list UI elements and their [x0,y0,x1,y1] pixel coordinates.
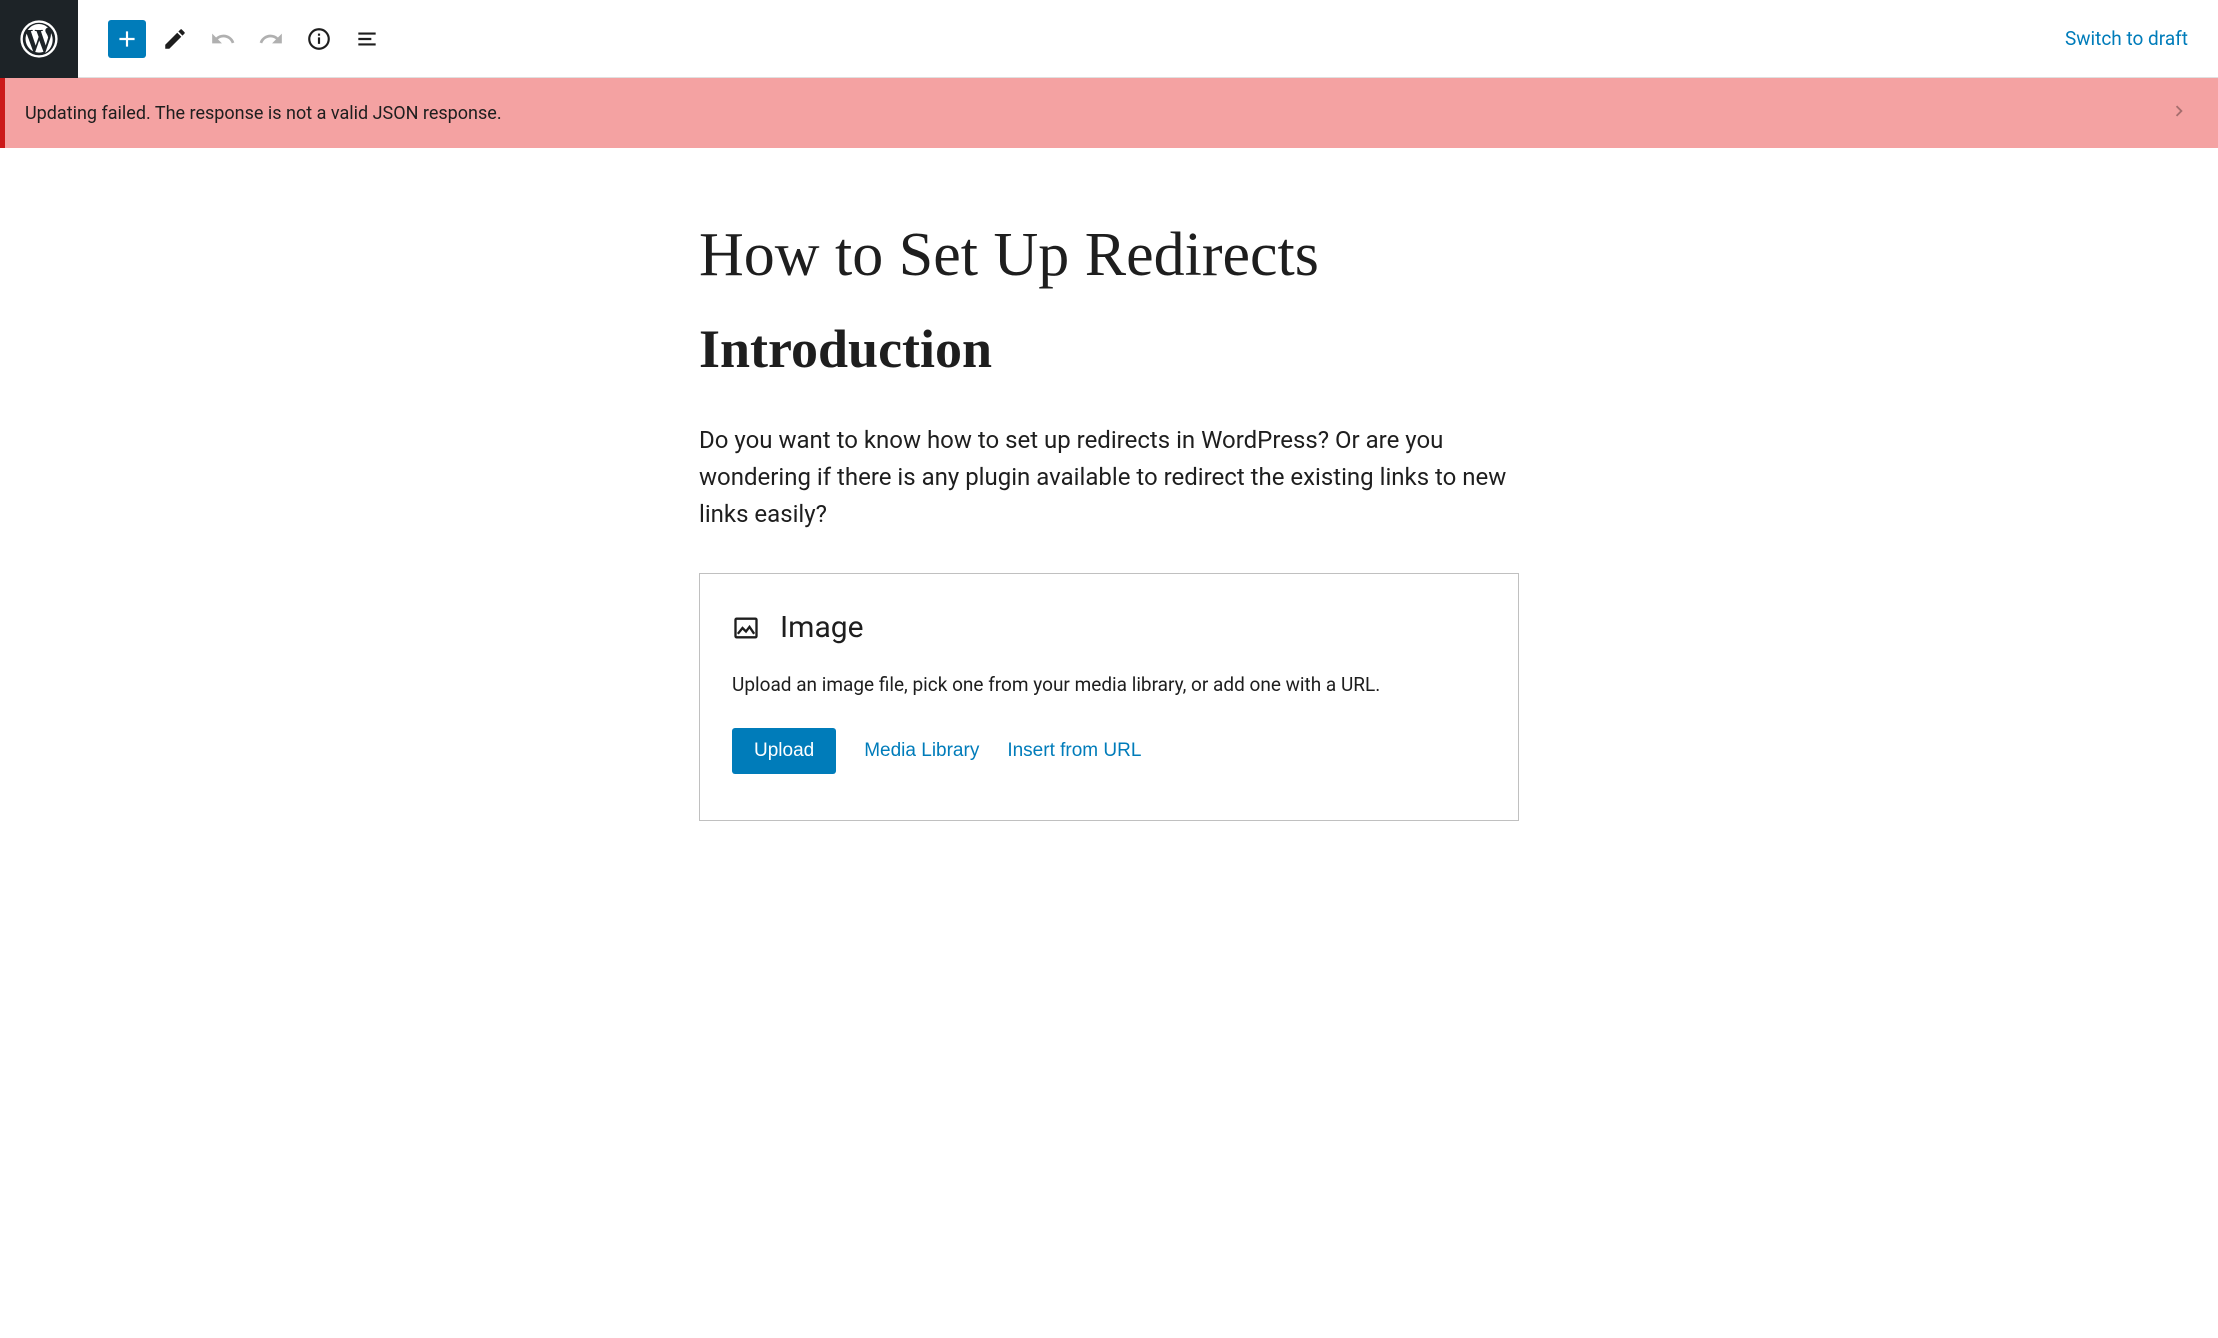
paragraph-block[interactable]: Do you want to know how to set up redire… [699,422,1519,534]
list-view-icon [354,26,380,52]
error-message: Updating failed. The response is not a v… [25,103,502,124]
pencil-icon [162,26,188,52]
image-block-actions: Upload Media Library Insert from URL [732,728,1486,774]
media-library-button[interactable]: Media Library [864,740,979,762]
editor-toolbar: Switch to draft [0,0,2218,78]
post-title[interactable]: How to Set Up Redirects [699,218,1519,292]
heading-block[interactable]: Introduction [699,320,1519,379]
image-block-placeholder[interactable]: Image Upload an image file, pick one fro… [699,573,1519,821]
upload-button[interactable]: Upload [732,728,836,774]
dismiss-error-button[interactable] [2160,100,2198,126]
plus-icon [114,26,140,52]
wordpress-logo[interactable] [0,0,78,78]
redo-icon [258,26,284,52]
image-block-title: Image [780,610,864,645]
image-icon [732,614,760,642]
info-icon [306,26,332,52]
image-block-header: Image [732,610,1486,645]
wordpress-icon [20,20,58,58]
editor-canvas: How to Set Up Redirects Introduction Do … [699,148,1519,861]
undo-icon [210,26,236,52]
switch-to-draft-link[interactable]: Switch to draft [2065,27,2188,50]
toolbar-right-group: Switch to draft [2065,27,2198,50]
error-notice: Updating failed. The response is not a v… [0,78,2218,148]
outline-button[interactable] [348,20,386,58]
info-button[interactable] [300,20,338,58]
redo-button[interactable] [252,20,290,58]
insert-from-url-button[interactable]: Insert from URL [1007,740,1141,762]
undo-button[interactable] [204,20,242,58]
image-block-description: Upload an image file, pick one from your… [732,673,1486,696]
toolbar-left-group [78,20,386,58]
tools-button[interactable] [156,20,194,58]
chevron-right-icon [2168,100,2190,122]
add-block-button[interactable] [108,20,146,58]
